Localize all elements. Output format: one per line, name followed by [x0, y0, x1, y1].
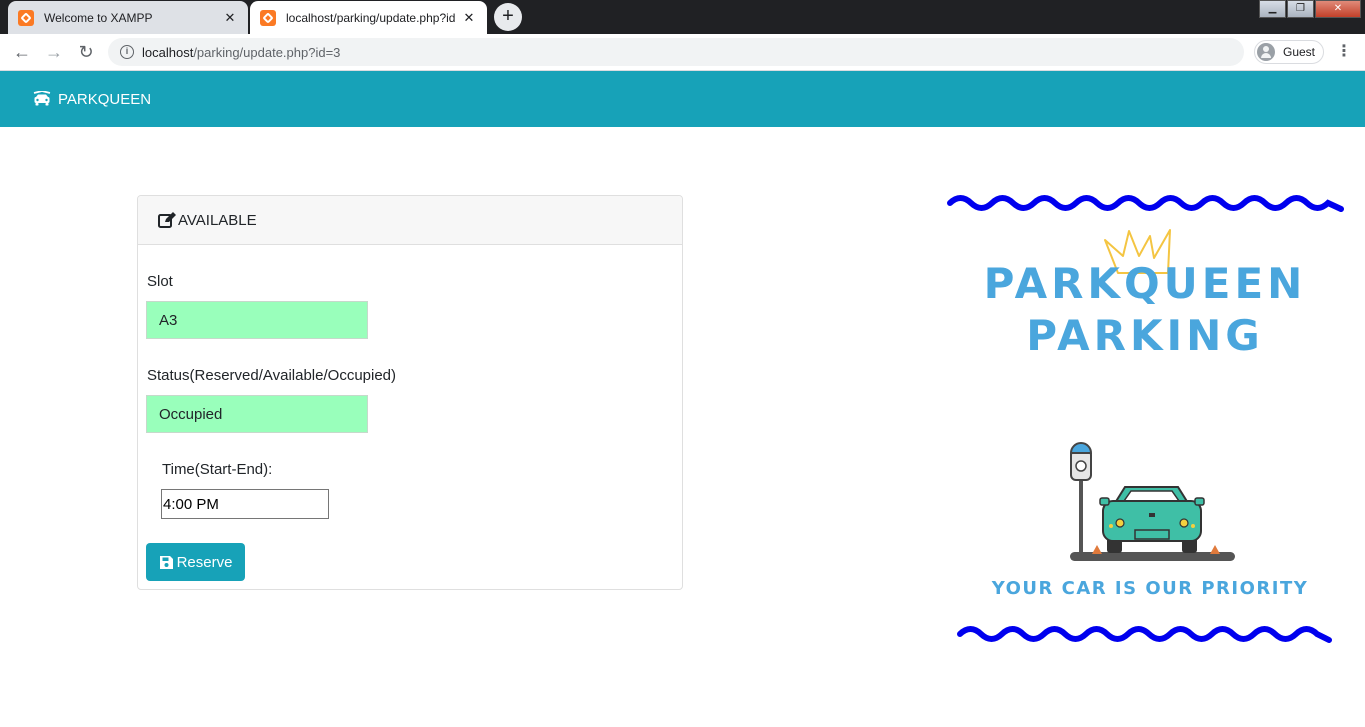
tab-title: Welcome to XAMPP	[44, 10, 153, 25]
address-bar[interactable]: i localhost/parking/update.php?id=3	[108, 38, 1244, 66]
brand-name: PARKQUEEN	[58, 90, 152, 108]
url-path: /parking/update.php?id=3	[193, 44, 341, 60]
logo-title-line-2: PARKING	[1026, 311, 1264, 360]
info-icon[interactable]: i	[120, 45, 134, 59]
reserve-button[interactable]: Reserve	[146, 543, 245, 581]
browser-toolbar: ← → ↻ i localhost/parking/update.php?id=…	[0, 34, 1365, 71]
window-controls: ▁ ❐ ✕	[1258, 0, 1361, 18]
card-title: AVAILABLE	[178, 211, 257, 229]
browser-tab-strip: Welcome to XAMPP ✕ localhost/parking/upd…	[0, 0, 1365, 34]
new-tab-button[interactable]: +	[494, 3, 522, 31]
xampp-favicon-icon	[260, 9, 276, 26]
car-icon	[33, 91, 51, 106]
app-navbar: PARKQUEEN	[0, 71, 1365, 127]
browser-tab-xampp[interactable]: Welcome to XAMPP ✕	[8, 1, 248, 34]
update-slot-card: AVAILABLE Slot Status(Reserved/Available…	[137, 195, 683, 590]
parkqueen-logo: PARKQUEEN PARKING YOUR CAR IS OUR PRIORI…	[940, 185, 1350, 655]
back-arrow-icon[interactable]: ←	[10, 41, 34, 65]
slot-input[interactable]	[146, 301, 368, 339]
time-label: Time(Start-End):	[162, 461, 273, 478]
close-window-button[interactable]: ✕	[1315, 0, 1361, 18]
slot-label: Slot	[147, 273, 173, 290]
bottom-wave-decoration	[957, 626, 1332, 643]
profile-name: Guest	[1283, 45, 1316, 59]
logo-title-line-1: PARKQUEEN	[983, 259, 1307, 308]
car-illustration	[1099, 486, 1205, 553]
save-icon	[159, 555, 173, 569]
forward-arrow-icon[interactable]: →	[42, 41, 66, 65]
browser-tab-update[interactable]: localhost/parking/update.php?id ✕	[250, 1, 487, 34]
maximize-button[interactable]: ❐	[1287, 0, 1314, 18]
guest-avatar-icon	[1257, 43, 1275, 61]
logo-tagline: YOUR CAR IS OUR PRIORITY	[991, 578, 1309, 599]
close-tab-icon[interactable]: ✕	[222, 10, 238, 26]
xampp-favicon-icon	[18, 9, 34, 26]
tab-title: localhost/parking/update.php?id	[286, 10, 456, 25]
status-input[interactable]	[146, 395, 368, 433]
brand-link[interactable]: PARKQUEEN	[32, 91, 151, 108]
top-wave-decoration	[947, 195, 1344, 212]
profile-button[interactable]: Guest	[1254, 40, 1325, 64]
edit-icon	[158, 212, 176, 228]
minimize-button[interactable]: ▁	[1259, 0, 1286, 18]
status-label: Status(Reserved/Available/Occupied)	[147, 367, 397, 384]
reserve-label: Reserve	[176, 553, 233, 571]
close-tab-icon[interactable]: ✕	[461, 10, 477, 26]
time-input[interactable]	[161, 489, 329, 519]
url-host: localhost	[142, 44, 194, 60]
reload-icon[interactable]: ↻	[74, 41, 98, 65]
parking-meter-icon	[1069, 442, 1093, 560]
card-header: AVAILABLE	[138, 196, 682, 245]
browser-menu-icon[interactable]: ⋮	[1336, 42, 1352, 64]
